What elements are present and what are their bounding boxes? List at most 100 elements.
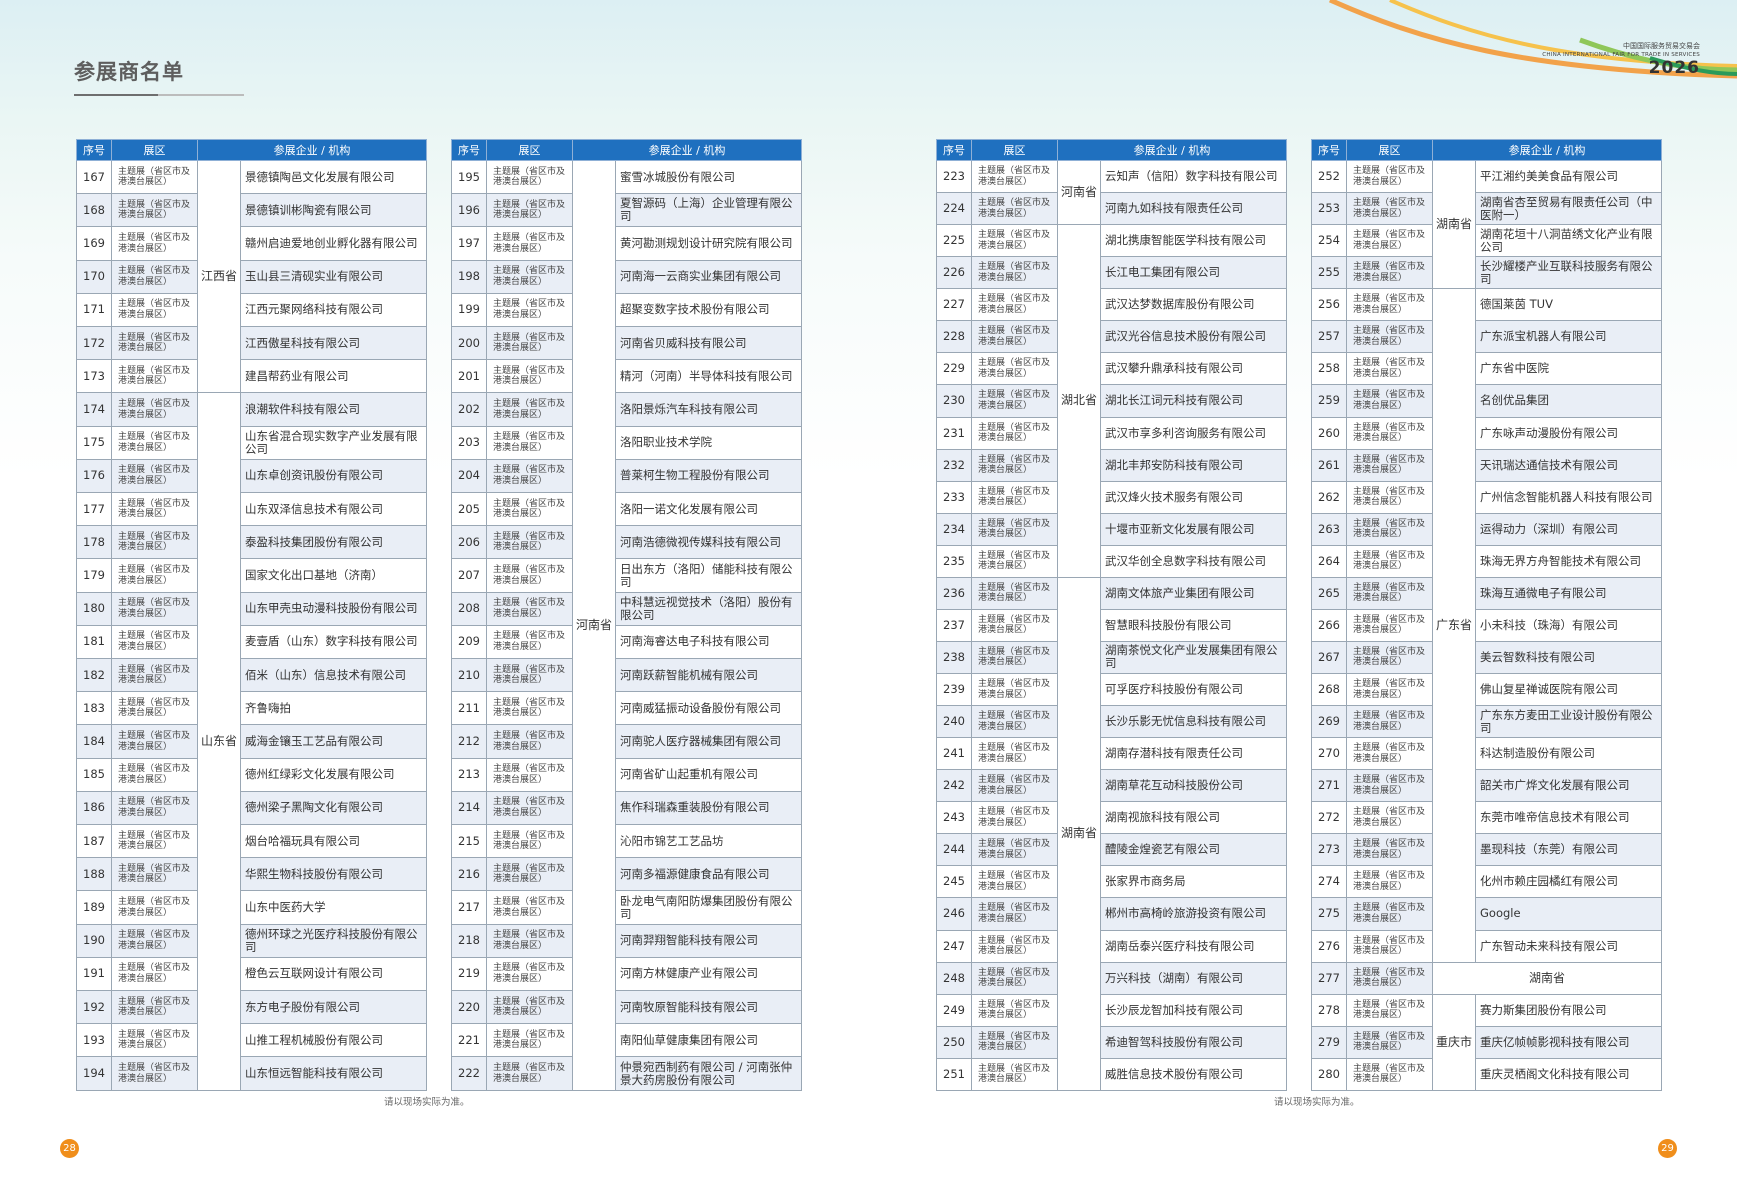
zone-cell: 主题展（省区市及港澳台展区） (1346, 320, 1433, 354)
company-name: 湖南草花互动科技股份公司 (1099, 769, 1288, 803)
zone-cell: 主题展（省区市及港澳台展区） (971, 801, 1058, 835)
zone-cell: 主题展（省区市及港澳台展区） (486, 923, 573, 958)
header-company: 参展企业 / 机构 (1431, 139, 1663, 161)
header-zone: 展区 (1346, 139, 1433, 161)
zone-cell: 主题展（省区市及港澳台展区） (111, 193, 198, 228)
zone-cell: 主题展（省区市及港澳台展区） (111, 259, 198, 294)
zone-cell: 主题展（省区市及港澳台展区） (1346, 384, 1433, 418)
company-name: 长沙耀楼产业互联科技服务有限公司 (1474, 256, 1663, 290)
zone-cell: 主题展（省区市及港澳台展区） (111, 757, 198, 792)
company-name: 精河（河南）半导体科技有限公司 (614, 359, 803, 394)
company-name: 东方电子股份有限公司 (239, 990, 428, 1025)
company-name: 名创优品集团 (1474, 384, 1663, 418)
table-row: 247 主题展（省区市及港澳台展区） 湖南岳泰兴医疗科技有限公司 (936, 929, 1288, 963)
table-row: 241 主题展（省区市及港澳台展区） 湖南存潜科技有限责任公司 (936, 737, 1288, 771)
decorative-swoosh (1328, 0, 1737, 79)
row-number: 176 (76, 458, 112, 494)
zone-cell: 主题展（省区市及港澳台展区） (486, 492, 573, 527)
zone-cell: 主题展（省区市及港澳台展区） (111, 857, 198, 892)
table-row: 258 主题展（省区市及港澳台展区） 广东省中医院 (1311, 352, 1663, 386)
zone-cell: 主题展（省区市及港澳台展区） (111, 1056, 198, 1091)
zone-cell: 主题展（省区市及港澳台展区） (971, 672, 1058, 707)
company-name: 超聚变数字技术股份有限公司 (614, 292, 803, 328)
company-name: 希迪智驾科技股份有限公司 (1099, 1025, 1288, 1059)
table-row: 259 主题展（省区市及港澳台展区） 名创优品集团 (1311, 384, 1663, 418)
table-row: 262 主题展（省区市及港澳台展区） 广州信念智能机器人科技有限公司 (1311, 480, 1663, 514)
company-name: 武汉烽火技术服务有限公司 (1099, 480, 1288, 514)
row-number: 262 (1311, 480, 1347, 514)
row-number: 274 (1311, 865, 1347, 899)
row-number: 230 (936, 384, 972, 418)
zone-cell: 主题展（省区市及港澳台展区） (1346, 929, 1433, 963)
table-row: 264 主题展（省区市及港澳台展区） 珠海无界方舟智能技术有限公司 (1311, 544, 1663, 578)
table-row: 263 主题展（省区市及港澳台展区） 运得动力（深圳）有限公司 (1311, 512, 1663, 546)
company-name: 河南威猛振动设备股份有限公司 (614, 691, 803, 726)
table-row: 242 主题展（省区市及港澳台展区） 湖南草花互动科技股份公司 (936, 769, 1288, 803)
company-name: 云知声（信阳）数字科技有限公司 (1099, 159, 1288, 194)
row-number: 276 (1311, 929, 1347, 963)
zone-cell: 主题展（省区市及港澳台展区） (486, 525, 573, 560)
company-name: 河南方林健康产业有限公司 (614, 956, 803, 992)
zone-cell: 主题展（省区市及港澳台展区） (1346, 416, 1433, 450)
row-number: 198 (451, 259, 487, 294)
row-number: 231 (936, 416, 972, 450)
company-name: 韶关市广烨文化发展有限公司 (1474, 769, 1663, 803)
zone-cell: 主题展（省区市及港澳台展区） (971, 961, 1058, 995)
company-name: 湖南省 (1431, 961, 1663, 995)
header-company: 参展企业 / 机构 (196, 139, 428, 161)
zone-cell: 主题展（省区市及港澳台展区） (971, 769, 1058, 803)
table-row: 196 主题展（省区市及港澳台展区） 夏智源码（上海）企业管理有限公司 (451, 193, 803, 228)
row-number: 190 (76, 923, 112, 958)
zone-cell: 主题展（省区市及港澳台展区） (971, 993, 1058, 1027)
company-name: 德国莱茵 TUV (1474, 288, 1663, 322)
company-name: 河南牧原智能科技有限公司 (614, 990, 803, 1025)
company-name: 智慧眼科技股份有限公司 (1099, 608, 1288, 642)
company-name: 景德镇训彬陶瓷有限公司 (239, 193, 428, 228)
company-name: 中科慧远视觉技术（洛阳）股份有限公司 (614, 591, 803, 626)
zone-cell: 主题展（省区市及港澳台展区） (1346, 1057, 1433, 1091)
company-name: 河南跃薪智能机械有限公司 (614, 658, 803, 693)
company-name: 长沙辰龙智加科技有限公司 (1099, 993, 1288, 1027)
table-row: 214 主题展（省区市及港澳台展区） 焦作科瑞森重装股份有限公司 (451, 790, 803, 826)
table-row: 193 主题展（省区市及港澳台展区） 山推工程机械股份有限公司 (76, 1023, 428, 1058)
row-number: 261 (1311, 448, 1347, 482)
table-row: 186 主题展（省区市及港澳台展区） 德州梁子黑陶文化有限公司 (76, 790, 428, 826)
row-number: 203 (451, 425, 487, 460)
row-number: 200 (451, 326, 487, 361)
company-name: 广东派宝机器人有限公司 (1474, 320, 1663, 354)
company-name: 仲景宛西制药有限公司 / 河南张仲景大药房股份有限公司 (614, 1056, 803, 1091)
zone-cell: 主题展（省区市及港澳台展区） (971, 288, 1058, 322)
row-number: 206 (451, 525, 487, 560)
table-row: 245 主题展（省区市及港澳台展区） 张家界市商务局 (936, 865, 1288, 899)
zone-cell: 主题展（省区市及港澳台展区） (1346, 640, 1433, 675)
company-name: 科达制造股份有限公司 (1474, 737, 1663, 771)
company-name: 橙色云互联网设计有限公司 (239, 956, 428, 992)
row-number: 205 (451, 492, 487, 527)
table-row: 206 主题展（省区市及港澳台展区） 河南浩德微视传媒科技有限公司 (451, 525, 803, 560)
zone-cell: 主题展（省区市及港澳台展区） (1346, 512, 1433, 546)
zone-cell: 主题展（省区市及港澳台展区） (971, 192, 1058, 226)
exhibitor-table-4: 序号 展区 参展企业 / 机构 252 主题展（省区市及港澳台展区） 湖南省 平江湘约美美食… (1311, 139, 1663, 1091)
row-number: 236 (936, 576, 972, 610)
company-name: 建昌帮药业有限公司 (239, 359, 428, 394)
zone-cell: 主题展（省区市及港澳台展区） (971, 737, 1058, 771)
table-row: 251 主题展（省区市及港澳台展区） 威胜信息技术股份有限公司 (936, 1057, 1288, 1091)
row-number: 173 (76, 359, 112, 394)
zone-cell: 主题展（省区市及港澳台展区） (1346, 737, 1433, 771)
row-number: 208 (451, 591, 487, 626)
row-number: 242 (936, 769, 972, 803)
company-name: 墨现科技（东莞）有限公司 (1474, 833, 1663, 867)
table-row: 195 主题展（省区市及港澳台展区） 河南省 蜜雪冰城股份有限公司 (451, 159, 803, 1091)
table-row: 231 主题展（省区市及港澳台展区） 武汉市享多利咨询服务有限公司 (936, 416, 1288, 450)
table-row: 257 主题展（省区市及港澳台展区） 广东派宝机器人有限公司 (1311, 320, 1663, 354)
province-cell: 河南省 (1057, 159, 1101, 226)
header-seq: 序号 (451, 139, 487, 161)
table-row: 201 主题展（省区市及港澳台展区） 精河（河南）半导体科技有限公司 (451, 359, 803, 394)
row-number: 238 (936, 640, 972, 675)
zone-cell: 主题展（省区市及港澳台展区） (971, 159, 1058, 194)
company-name: 烟台哈福玩具有限公司 (239, 824, 428, 859)
table-row: 248 主题展（省区市及港澳台展区） 万兴科技（湖南）有限公司 (936, 961, 1288, 995)
row-number: 243 (936, 801, 972, 835)
company-name: 沁阳市锦艺工艺品坊 (614, 824, 803, 859)
zone-cell: 主题展（省区市及港澳台展区） (1346, 288, 1433, 322)
